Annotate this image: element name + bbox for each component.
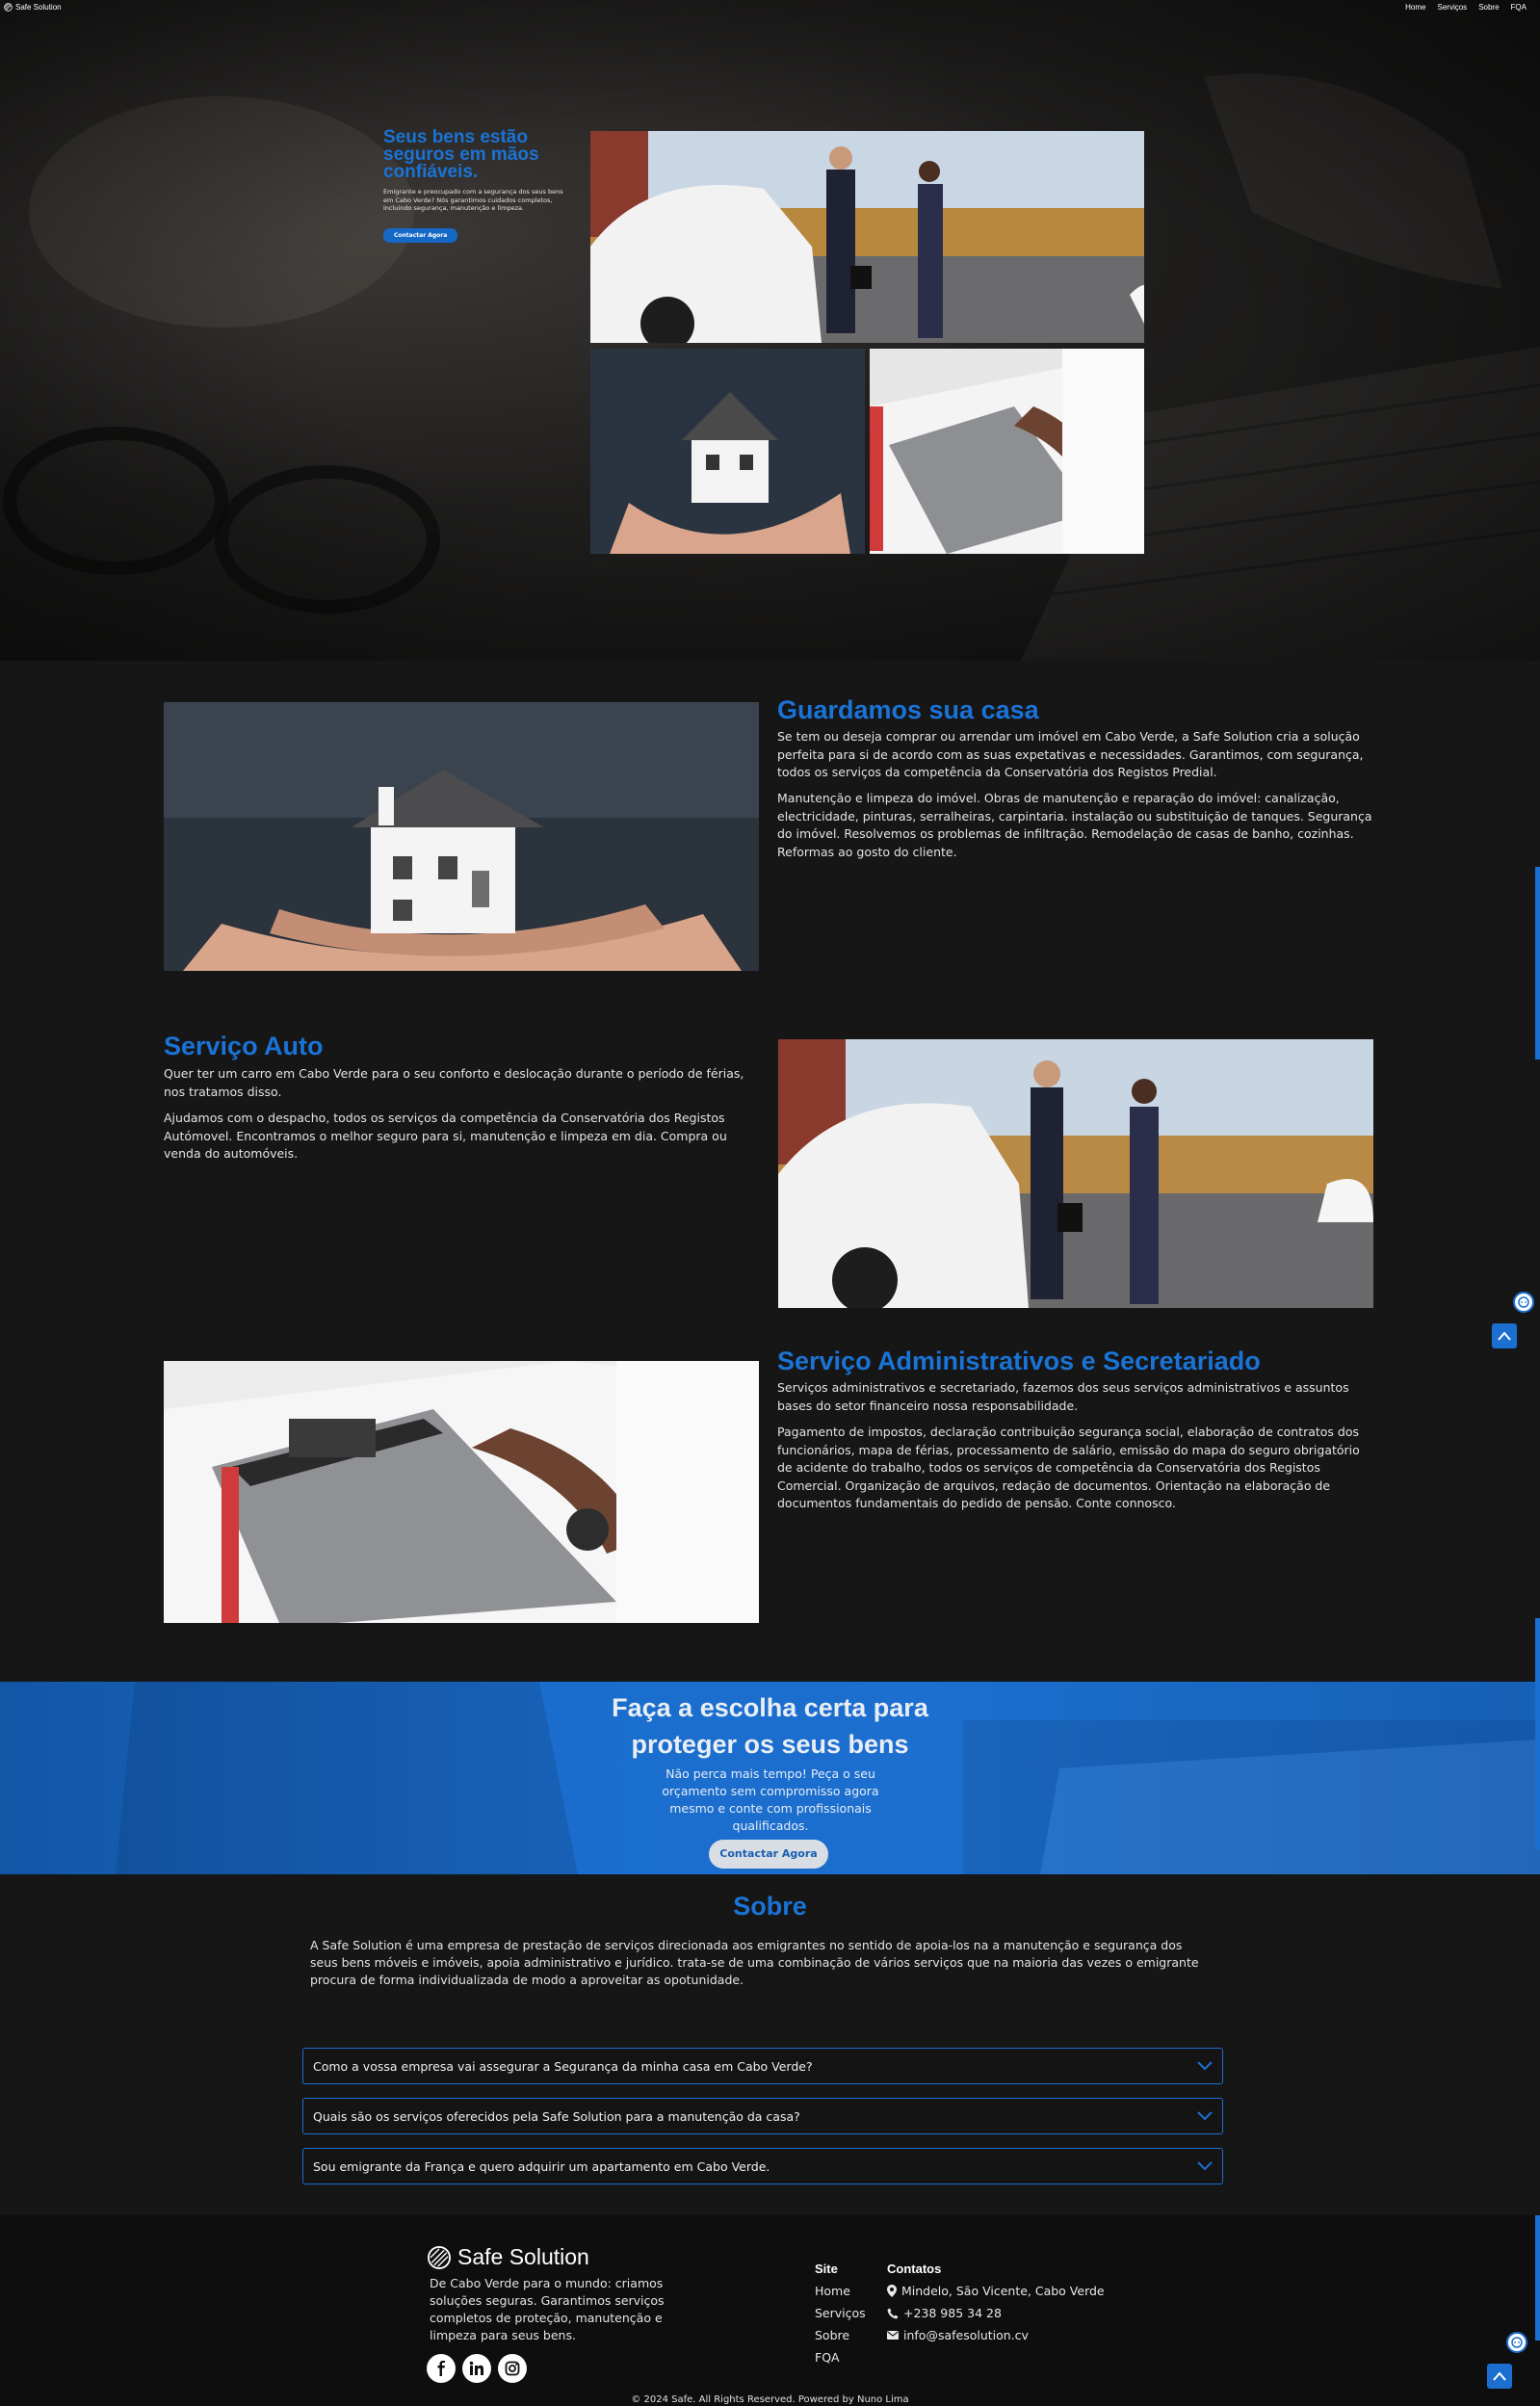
chevron-down-icon	[1197, 2161, 1213, 2171]
instagram-icon	[505, 2361, 520, 2376]
service-auto-paragraph-2: Ajudamos com o despacho, todos os serviç…	[164, 1111, 727, 1161]
footer-address-text: Mindelo, São Vicente, Cabo Verde	[901, 2284, 1105, 2298]
service-title-admin: Serviço Administrativos e Secretariado	[777, 1347, 1261, 1375]
footer-link-servicos[interactable]: Serviços	[815, 2306, 866, 2320]
service-image-car	[778, 1039, 1373, 1308]
footer-link-sobre[interactable]: Sobre	[815, 2328, 849, 2342]
chat-icon	[1511, 2337, 1523, 2348]
hero-contact-button[interactable]: Contactar Agora	[383, 228, 458, 243]
chat-widget-button[interactable]	[1513, 1292, 1534, 1313]
scrollbar-indicator[interactable]	[1535, 1618, 1540, 1849]
chat-widget-button-bottom[interactable]	[1506, 2332, 1527, 2353]
cta-contact-button[interactable]: Contactar Agora	[709, 1840, 828, 1869]
footer-address: Mindelo, São Vicente, Cabo Verde	[887, 2284, 1105, 2298]
hero-section: Safe Solution Home Serviços Sobre FQA Se…	[0, 0, 1540, 661]
cta-description: Não perca mais tempo! Peça o seu orçamen…	[662, 1766, 879, 1833]
about-title: Sobre	[733, 1892, 807, 1921]
nav-sobre[interactable]: Sobre	[1478, 3, 1499, 12]
service-title-auto: Serviço Auto	[164, 1032, 324, 1060]
footer: Safe Solution De Cabo Verde para o mundo…	[0, 2215, 1540, 2406]
footer-link-fqa[interactable]: FQA	[815, 2350, 840, 2365]
service-auto-paragraph-1: Quer ter um carro em Cabo Verde para o s…	[164, 1066, 744, 1099]
globe-logo-icon	[4, 2, 13, 12]
map-pin-icon	[887, 2285, 897, 2297]
facebook-icon	[437, 2361, 445, 2376]
cta-title-line-2: proteger os seus bens	[631, 1730, 909, 1759]
faq-question-3: Sou emigrante da França e quero adquirir…	[313, 2158, 770, 2174]
navbar-brand[interactable]: Safe Solution	[4, 3, 62, 12]
linkedin-link[interactable]	[462, 2354, 491, 2383]
copyright: © 2024 Safe. All Rights Reserved. Powere…	[631, 2394, 909, 2405]
top-navbar: Safe Solution Home Serviços Sobre FQA	[0, 0, 1540, 13]
faq-item-1[interactable]: Como a vossa empresa vai assegurar a Seg…	[302, 2048, 1223, 2084]
chevron-down-icon	[1197, 2061, 1213, 2071]
service-image-house	[164, 702, 759, 971]
footer-email-text: info@safesolution.cv	[903, 2328, 1029, 2342]
facebook-link[interactable]	[427, 2354, 456, 2383]
about-text: A Safe Solution é uma empresa de prestaç…	[310, 1938, 1199, 1987]
scroll-top-button-bottom[interactable]	[1487, 2364, 1512, 2389]
service-image-laptop	[164, 1361, 759, 1623]
footer-contacts-title: Contatos	[887, 2262, 942, 2276]
faq-question-2: Quais são os serviços oferecidos pela Sa…	[313, 2108, 800, 2124]
footer-link-home[interactable]: Home	[815, 2284, 850, 2298]
service-title-casa: Guardamos sua casa	[777, 695, 1039, 724]
social-links	[427, 2354, 527, 2383]
footer-phone-text: +238 985 34 28	[903, 2306, 1002, 2320]
nav-fqa[interactable]: FQA	[1511, 3, 1527, 12]
faq-question-1: Como a vossa empresa vai assegurar a Seg…	[313, 2058, 813, 2074]
navbar-brand-name: Safe Solution	[15, 2, 62, 12]
service-casa-paragraph-2: Manutenção e limpeza do imóvel. Obras de…	[777, 791, 1372, 859]
hero-image-house	[590, 349, 865, 554]
chat-icon	[1518, 1296, 1529, 1308]
scroll-top-icon	[1498, 1331, 1511, 1341]
main-nav: Home Serviços Sobre FQA	[1405, 3, 1527, 12]
instagram-link[interactable]	[498, 2354, 527, 2383]
footer-phone[interactable]: +238 985 34 28	[887, 2306, 1002, 2320]
nav-servicos[interactable]: Serviços	[1438, 3, 1468, 12]
faq-item-2[interactable]: Quais são os serviços oferecidos pela Sa…	[302, 2098, 1223, 2134]
chevron-down-icon	[1197, 2111, 1213, 2121]
footer-email[interactable]: info@safesolution.cv	[887, 2328, 1029, 2342]
cta-title: Faça a escolha certa para proteger os se…	[0, 1689, 1540, 1763]
hero-image-laptop	[870, 349, 1144, 554]
hero-text: Seus bens estão seguros em mãos confiáve…	[383, 127, 576, 243]
cta-title-line-1: Faça a escolha certa para	[612, 1693, 928, 1722]
mail-icon	[887, 2331, 899, 2340]
service-casa-paragraph-1: Se tem ou deseja comprar ou arrendar um …	[777, 729, 1364, 779]
hero-description: Emigrante e preocupado com a segurança d…	[383, 188, 563, 212]
footer-brand-name: Safe Solution	[457, 2244, 589, 2269]
footer-brand[interactable]: Safe Solution	[427, 2244, 589, 2270]
nav-home[interactable]: Home	[1405, 3, 1425, 12]
service-admin-paragraph-1: Serviços administrativos e secretariado,…	[777, 1380, 1349, 1413]
scroll-top-button[interactable]	[1492, 1323, 1517, 1348]
scroll-top-icon	[1493, 2371, 1506, 2381]
scrollbar-indicator[interactable]	[1535, 867, 1540, 1059]
faq-item-3[interactable]: Sou emigrante da França e quero adquirir…	[302, 2148, 1223, 2184]
phone-icon	[887, 2308, 899, 2318]
footer-description: De Cabo Verde para o mundo: criamos solu…	[430, 2276, 665, 2342]
service-admin-paragraph-2: Pagamento de impostos, declaração contri…	[777, 1425, 1360, 1510]
scrollbar-indicator[interactable]	[1535, 2215, 1540, 2341]
hero-image-car	[590, 131, 1144, 343]
footer-site-title: Site	[815, 2262, 838, 2276]
cta-section: Faça a escolha certa para proteger os se…	[0, 1682, 1540, 1874]
hero-title: Seus bens estão seguros em mãos confiáve…	[383, 127, 539, 182]
linkedin-icon	[469, 2361, 483, 2375]
globe-logo-icon	[428, 2245, 451, 2269]
